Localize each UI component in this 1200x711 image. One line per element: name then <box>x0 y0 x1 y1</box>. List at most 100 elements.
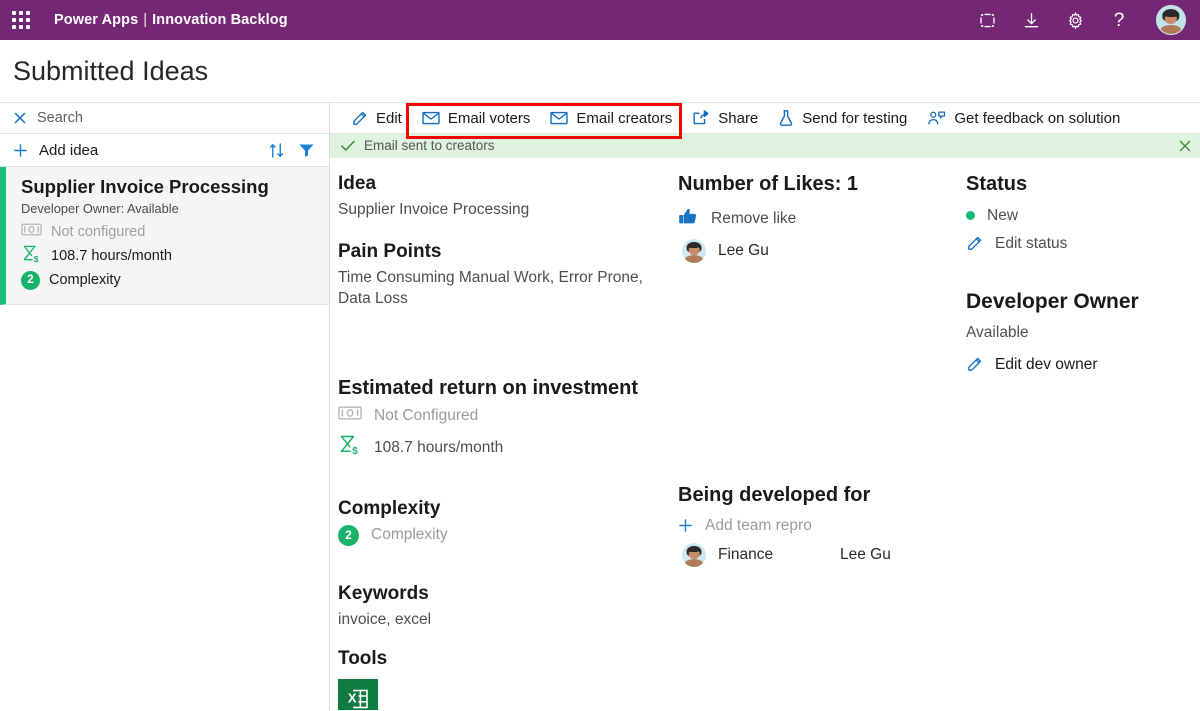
hourglass-money-icon: $ <box>338 434 362 461</box>
list-item[interactable]: Supplier Invoice Processing Developer Ow… <box>0 167 329 305</box>
voter-name: Lee Gu <box>718 241 769 259</box>
edit-dev-owner-label: Edit dev owner <box>995 355 1098 373</box>
ideas-list-panel: Search Add idea Supplier Invoice Process… <box>0 103 330 710</box>
idea-card-title: Supplier Invoice Processing <box>21 176 269 197</box>
roi-not-configured-row: Not Configured <box>338 405 668 426</box>
share-icon <box>692 110 710 126</box>
svg-text:$: $ <box>352 446 358 456</box>
complexity-label: Complexity <box>371 526 448 544</box>
complexity-badge: 2 <box>338 524 359 546</box>
edit-status-button[interactable]: Edit status <box>966 235 1190 253</box>
page-title-bar: Submitted Ideas <box>0 40 1200 103</box>
send-for-testing-command[interactable]: Send for testing <box>768 103 917 133</box>
body: Search Add idea Supplier Invoice Process… <box>0 103 1200 710</box>
avatar[interactable] <box>1156 5 1186 35</box>
svg-text:$: $ <box>34 254 39 264</box>
developer-owner-value: Available <box>966 324 1029 342</box>
roi-not-configured-label: Not Configured <box>374 406 479 424</box>
idea-card-roi: Not configured <box>21 220 319 244</box>
roi-hours-label: 108.7 hours/month <box>374 438 504 456</box>
add-idea-row: Add idea <box>0 134 329 167</box>
search-row[interactable]: Search <box>0 103 329 134</box>
add-team-repro-label: Add team repro <box>705 516 812 534</box>
plus-icon <box>678 518 693 533</box>
filter-icon[interactable] <box>298 142 315 158</box>
remove-like-label: Remove like <box>711 209 797 227</box>
money-icon <box>338 405 362 426</box>
avatar <box>682 542 706 567</box>
detail-panel: Edit Email voters Email creators Share S… <box>330 103 1200 710</box>
detail-column-right: Status New Edit status Developer Owner A… <box>966 172 1200 710</box>
share-command-label: Share <box>718 109 759 127</box>
email-creators-command-label: Email creators <box>576 109 673 127</box>
excel-tool-icon[interactable]: X <box>338 679 378 710</box>
avatar <box>682 238 706 263</box>
voter-row: Lee Gu <box>678 238 956 263</box>
brand-separator: | <box>143 12 148 28</box>
idea-card-roi-label: Not configured <box>51 224 146 240</box>
add-team-repro-button[interactable]: Add team repro <box>678 517 956 535</box>
svg-text:X: X <box>348 691 357 706</box>
email-voters-command[interactable]: Email voters <box>412 103 541 133</box>
idea-card-complexity-label: Complexity <box>49 272 121 288</box>
close-icon[interactable] <box>1178 139 1192 153</box>
close-icon[interactable] <box>13 111 27 125</box>
edit-status-label: Edit status <box>995 234 1068 252</box>
developer-owner-heading: Developer Owner <box>966 289 1139 313</box>
command-bar: Edit Email voters Email creators Share S… <box>330 103 1200 139</box>
likes-heading: Number of Likes: 1 <box>678 172 859 195</box>
team-name: Finance <box>718 545 774 563</box>
complexity-badge: 2 <box>21 270 40 290</box>
pencil-icon <box>966 356 983 373</box>
plus-icon[interactable] <box>13 143 28 158</box>
brand-name: Power Apps <box>54 12 139 28</box>
avatar-face <box>1157 6 1185 34</box>
roi-heading: Estimated return on investment <box>338 377 639 400</box>
check-icon <box>341 140 355 152</box>
top-navigation-bar: Power Apps | Innovation Backlog ? <box>0 0 1200 40</box>
tools-heading: Tools <box>338 647 388 669</box>
email-creators-command[interactable]: Email creators <box>540 103 682 133</box>
brand-title: Power Apps | Innovation Backlog <box>54 12 288 28</box>
avatar-face <box>682 543 706 567</box>
help-icon[interactable]: ? <box>1108 9 1130 31</box>
notification-bar: Email sent to creators <box>330 134 1200 158</box>
remove-like-button[interactable]: Remove like <box>678 207 956 231</box>
pain-points-value: Time Consuming Manual Work, Error Prone,… <box>338 269 643 308</box>
get-feedback-command[interactable]: Get feedback on solution <box>917 103 1130 133</box>
app-launcher-icon[interactable] <box>10 9 32 31</box>
page-title: Submitted Ideas <box>13 55 209 86</box>
add-idea-button[interactable]: Add idea <box>39 142 98 159</box>
mail-icon <box>550 111 569 125</box>
idea-card-subtitle: Developer Owner: Available <box>21 201 179 216</box>
detail-column-left: Idea Supplier Invoice Processing Pain Po… <box>330 172 678 710</box>
download-icon[interactable] <box>1020 9 1042 31</box>
mail-icon <box>422 111 440 125</box>
status-heading: Status <box>966 172 1028 195</box>
pencil-icon <box>351 110 368 127</box>
sort-icon[interactable] <box>269 142 284 159</box>
edit-dev-owner-button[interactable]: Edit dev owner <box>966 356 1190 374</box>
hourglass-money-icon: $ <box>21 244 42 269</box>
present-icon[interactable] <box>976 9 998 31</box>
send-for-testing-command-label: Send for testing <box>802 109 908 127</box>
edit-command[interactable]: Edit <box>341 103 412 133</box>
search-input[interactable]: Search <box>37 110 83 126</box>
roi-hours-row: $ 108.7 hours/month <box>338 434 668 461</box>
keywords-heading: Keywords <box>338 582 429 604</box>
share-command[interactable]: Share <box>682 103 768 133</box>
get-feedback-command-label: Get feedback on solution <box>954 109 1121 127</box>
pain-points-heading: Pain Points <box>338 241 442 263</box>
idea-value: Supplier Invoice Processing <box>338 200 530 218</box>
idea-card-hours: $ 108.7 hours/month <box>21 244 319 268</box>
gear-icon[interactable] <box>1064 9 1086 31</box>
edit-command-label: Edit <box>376 109 402 127</box>
team-row: Finance Lee Gu <box>678 542 956 567</box>
person-feedback-icon <box>927 110 946 127</box>
status-value-row: New <box>966 207 1190 225</box>
pencil-icon <box>966 235 983 252</box>
status-dot-icon <box>966 211 975 221</box>
